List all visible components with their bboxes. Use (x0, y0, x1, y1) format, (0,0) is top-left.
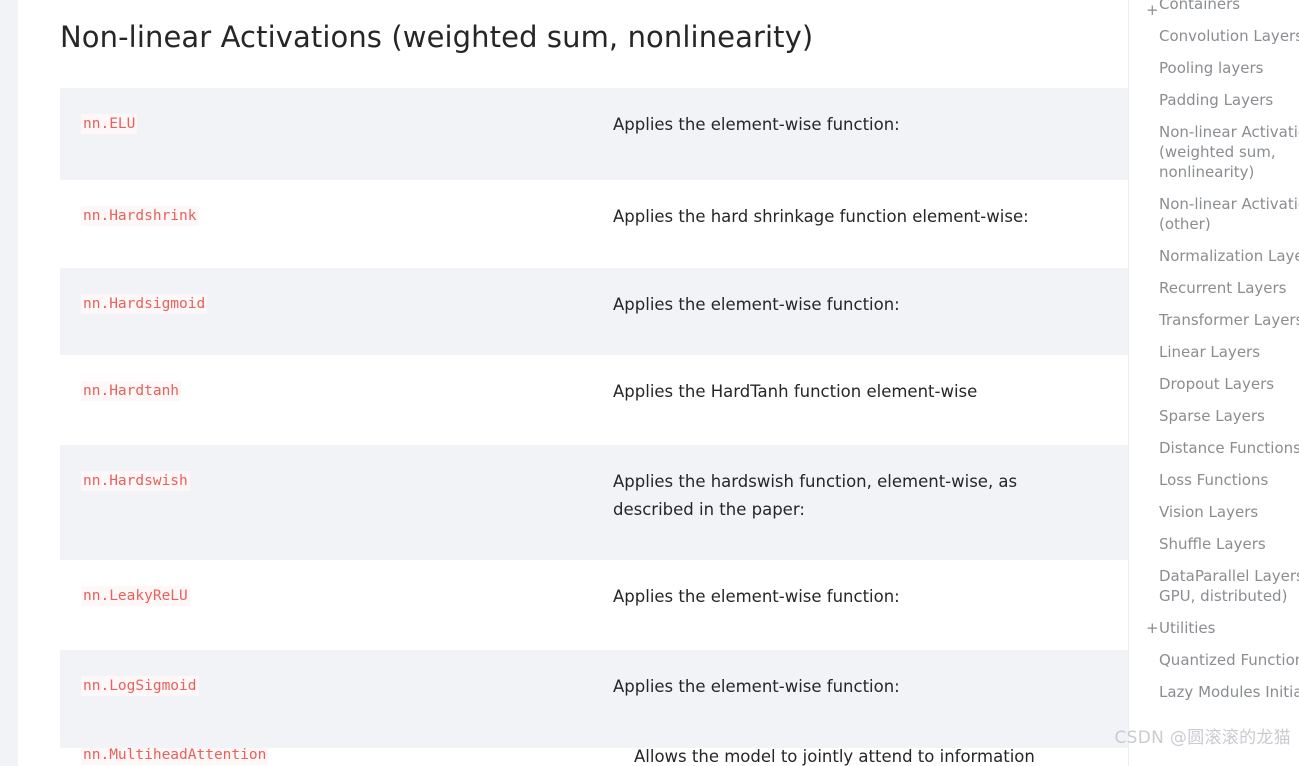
toc-item-distance-functions[interactable]: Distance Functions (1129, 432, 1299, 464)
table-row: nn.Hardsigmoid Applies the element-wise f… (60, 268, 1128, 355)
main-content-column: Non-linear Activations (weighted sum, no… (18, 0, 1128, 766)
table-row: nn.LogSigmoid Applies the element-wise fu… (60, 650, 1128, 748)
expand-plus-icon[interactable]: + (1146, 0, 1159, 20)
function-name-link[interactable]: nn.LogSigmoid (81, 676, 199, 696)
left-page-gutter (0, 0, 18, 766)
function-description: Applies the element-wise function: (613, 677, 900, 696)
toc-item-label: Transformer Layers (1159, 311, 1299, 329)
table-of-contents-sidebar[interactable]: + Containers Convolution Layers Pooling lay… (1128, 0, 1299, 766)
function-name-cell: nn.Hardshrink (60, 180, 613, 226)
toc-item-label: Sparse Layers (1159, 407, 1265, 425)
toc-item-label: Vision Layers (1159, 503, 1259, 521)
toc-item-label: Normalization Layers (1159, 247, 1299, 265)
toc-item-utilities[interactable]: + Utilities (1129, 612, 1299, 644)
toc-item-non-linear-activations-weighted-sum-nonl[interactable]: Non-linear Activations (weighted sum, no… (1129, 116, 1299, 188)
toc-item-label: Quantized Functions (1159, 651, 1299, 669)
toc-item-dataparallel-layers-multi-gpu-distribute[interactable]: DataParallel Layers (multi-GPU, distribu… (1129, 560, 1299, 612)
toc-item-pooling-layers[interactable]: Pooling layers (1129, 52, 1299, 84)
toc-item-label: Containers (1159, 0, 1241, 13)
toc-item-label: Recurrent Layers (1159, 279, 1287, 297)
table-row-clipped: nn.MultiheadAttention Allows the model t… (60, 748, 1128, 766)
toc-item-label: Shuffle Layers (1159, 535, 1266, 553)
table-row: nn.ELU Applies the element-wise function: (60, 88, 1128, 180)
toc-item-label: Linear Layers (1159, 343, 1261, 361)
toc-item-sparse-layers[interactable]: Sparse Layers (1129, 400, 1299, 432)
function-description: Applies the hardswish function, element-… (613, 472, 1018, 519)
toc-item-label: DataParallel Layers (multi-GPU, distribu… (1159, 567, 1299, 605)
function-description: Applies the hard shrinkage function elem… (613, 207, 1029, 226)
function-name-cell: nn.ELU (60, 88, 613, 134)
function-name-link[interactable]: nn.Hardshrink (81, 206, 199, 226)
toc-item-non-linear-activations-other[interactable]: Non-linear Activations (other) (1129, 188, 1299, 240)
toc-item-containers[interactable]: + Containers (1129, 0, 1299, 20)
toc-item-convolution-layers[interactable]: Convolution Layers (1129, 20, 1299, 52)
expand-plus-icon[interactable]: + (1146, 618, 1159, 638)
function-name-link[interactable]: nn.Hardswish (81, 471, 190, 491)
toc-item-label: Lazy Modules Initialization (1159, 683, 1299, 701)
function-name-cell: nn.Hardtanh (60, 355, 613, 401)
table-row: nn.LeakyReLU Applies the element-wise fun… (60, 560, 1128, 650)
function-description: Applies the element-wise function: (613, 295, 900, 314)
toc-item-lazy-modules-initialization[interactable]: Lazy Modules Initialization (1129, 676, 1299, 708)
function-description: Applies the element-wise function: (613, 115, 900, 134)
table-row: nn.Hardswish Applies the hardswish functi… (60, 445, 1128, 560)
toc-item-label: Non-linear Activations (weighted sum, no… (1159, 123, 1299, 181)
table-row: nn.Hardshrink Applies the hard shrinkage … (60, 180, 1128, 268)
toc-item-quantized-functions[interactable]: Quantized Functions (1129, 644, 1299, 676)
toc-item-shuffle-layers[interactable]: Shuffle Layers (1129, 528, 1299, 560)
toc-item-label: Loss Functions (1159, 471, 1269, 489)
activation-functions-table: nn.ELU Applies the element-wise function:… (60, 88, 1128, 748)
watermark: CSDN @圆滚滚的龙猫 (1114, 728, 1291, 748)
toc-item-dropout-layers[interactable]: Dropout Layers (1129, 368, 1299, 400)
function-name-link[interactable]: nn.Hardtanh (81, 381, 182, 401)
toc-item-padding-layers[interactable]: Padding Layers (1129, 84, 1299, 116)
toc-item-label: Utilities (1159, 619, 1216, 637)
function-name-link[interactable]: nn.Hardsigmoid (81, 294, 208, 314)
function-name-cell: nn.LogSigmoid (60, 650, 613, 696)
function-description: Applies the HardTanh function element-wi… (613, 382, 978, 401)
function-description: Applies the element-wise function: (613, 587, 900, 606)
function-description: Allows the model to jointly attend to in… (634, 748, 1035, 766)
toc-item-label: Distance Functions (1159, 439, 1299, 457)
toc-item-label: Non-linear Activations (other) (1159, 195, 1299, 233)
function-name-link[interactable]: nn.ELU (81, 114, 138, 134)
toc-item-recurrent-layers[interactable]: Recurrent Layers (1129, 272, 1299, 304)
function-name-link[interactable]: nn.LeakyReLU (81, 586, 190, 606)
toc-item-label: Padding Layers (1159, 91, 1274, 109)
toc-item-label: Pooling layers (1159, 59, 1264, 77)
toc-item-normalization-layers[interactable]: Normalization Layers (1129, 240, 1299, 272)
page-title: Non-linear Activations (weighted sum, no… (60, 20, 814, 54)
toc-item-loss-functions[interactable]: Loss Functions (1129, 464, 1299, 496)
documentation-page: Non-linear Activations (weighted sum, no… (0, 0, 1299, 766)
toc-item-transformer-layers[interactable]: Transformer Layers (1129, 304, 1299, 336)
toc-item-linear-layers[interactable]: Linear Layers (1129, 336, 1299, 368)
toc-item-label: Convolution Layers (1159, 27, 1299, 45)
toc-item-label: Dropout Layers (1159, 375, 1275, 393)
function-name-cell: nn.LeakyReLU (60, 560, 613, 606)
toc-list: + Containers Convolution Layers Pooling lay… (1129, 0, 1299, 708)
function-name-link[interactable]: nn.MultiheadAttention (81, 748, 269, 765)
function-name-cell: nn.Hardswish (60, 445, 613, 491)
function-name-cell: nn.Hardsigmoid (60, 268, 613, 314)
table-row: nn.Hardtanh Applies the HardTanh function… (60, 355, 1128, 445)
toc-item-vision-layers[interactable]: Vision Layers (1129, 496, 1299, 528)
